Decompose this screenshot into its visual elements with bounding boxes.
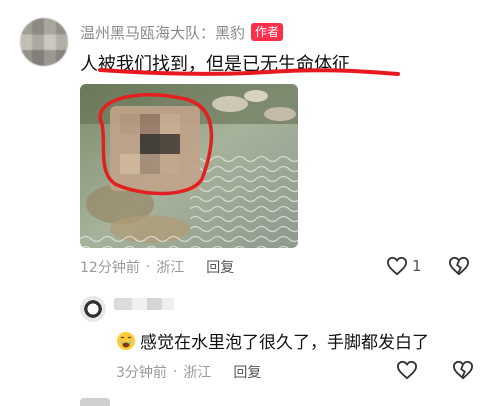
reply-meta: 3分钟前 · 浙江 回复 [116,362,262,382]
dislike-heart-icon [448,256,470,276]
dislike-heart-icon [452,360,474,380]
reply-like-button[interactable] [396,360,418,380]
comment-reply-button[interactable]: 回复 [206,257,234,277]
red-underline-annotation [98,68,400,76]
comment-time: 12分钟前 [80,260,140,276]
reply-reply-button[interactable]: 回复 [233,362,261,382]
comment-photo[interactable] [80,84,298,248]
author-badge: 作者 [251,23,284,41]
comment-avatar[interactable] [20,18,68,66]
reply-author-name-blurred[interactable] [114,298,174,310]
blurred-figure [110,106,200,191]
heart-icon [396,360,418,380]
reply-text-row: 感觉在水里泡了很久了，手脚都发白了 [116,328,429,353]
comment-author-row: 温州黑马瓯海大队：黑豹 作者 [80,20,284,44]
comment-meta: 12分钟前 · 浙江 回复 [80,257,235,277]
heart-icon [386,256,408,276]
comment-like-count: 1 [412,257,422,275]
comment-like-button[interactable]: 1 [386,256,422,276]
comment-author-name[interactable]: 温州黑马瓯海大队：黑豹 [80,22,245,43]
reply-avatar[interactable] [80,296,106,322]
reply-time: 3分钟前 [116,365,167,381]
reply-location: 浙江 [183,365,212,381]
reply-text: 感觉在水里泡了很久了，手脚都发白了 [140,333,429,353]
comment-dislike-button[interactable] [448,256,470,276]
crying-emoji-icon [117,331,135,350]
comment-location: 浙江 [156,260,185,276]
reply-dislike-button[interactable] [452,360,474,380]
